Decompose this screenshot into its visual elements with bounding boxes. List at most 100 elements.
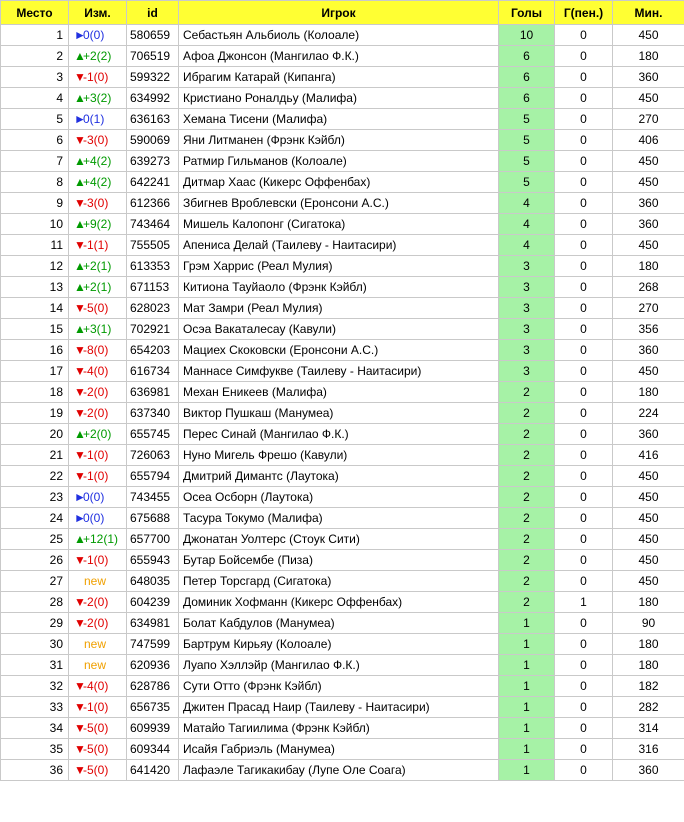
table-row[interactable]: 33 ▼-1(0) 656735 Джитен Прасад Наир (Таилев… <box>0 696 684 718</box>
goals-cell: 1 <box>498 738 555 760</box>
table-row[interactable]: 6 ▼-3(0) 590069 Яни Литманен (Фрэнк Кэйбл) 5… <box>0 129 684 151</box>
table-row[interactable]: 3 ▼-1(0) 599322 Ибрагим Катарай (Кипанга) 6 0… <box>0 66 684 88</box>
penalty-goals-cell: 0 <box>554 507 613 529</box>
table-row[interactable]: 5 ►0(1) 636163 Хемана Тисени (Малифа) 5 0 270 <box>0 108 684 130</box>
change-cell: ►0(0) <box>68 486 127 508</box>
change-value: -1(0) <box>83 553 109 567</box>
penalty-goals-cell: 0 <box>554 360 613 382</box>
place-cell: 29 <box>0 612 69 634</box>
table-row[interactable]: 4 ▲+3(2) 634992 Кристиано Роналдьу (Малифа)… <box>0 87 684 109</box>
change-cell: ▼-1(0) <box>68 444 127 466</box>
table-row[interactable]: 13 ▲+2(1) 671153 Китиона Тауйаоло (Фрэнк Кэ… <box>0 276 684 298</box>
table-row[interactable]: 16 ▼-8(0) 654203 Мациех Скоковски (Еронсони… <box>0 339 684 361</box>
header-mins[interactable]: Мин. <box>612 0 684 25</box>
table-row[interactable]: 31 new 620936 Луапо Хэллэйр (Мангилао Ф.К.)… <box>0 654 684 676</box>
change-cell: ▼-5(0) <box>68 297 127 319</box>
arrow-down-icon: ▼ <box>74 595 86 609</box>
table-row[interactable]: 7 ▲+4(2) 639273 Ратмир Гильманов (Колоале) 5… <box>0 150 684 172</box>
table-row[interactable]: 27 new 648035 Петер Торсгард (Сигатока) 2 0 45… <box>0 570 684 592</box>
place-cell: 22 <box>0 465 69 487</box>
id-cell: 612366 <box>126 192 179 214</box>
table-row[interactable]: 10 ▲+9(2) 743464 Мишель Калопонг (Сигатока)… <box>0 213 684 235</box>
header-player[interactable]: Игрок <box>178 0 499 25</box>
table-row[interactable]: 24 ►0(0) 675688 Тасура Токумо (Малифа) 2 0 450 <box>0 507 684 529</box>
change-cell: ▼-3(0) <box>68 192 127 214</box>
minutes-cell: 268 <box>612 276 684 298</box>
change-cell: ▲+4(2) <box>68 150 127 172</box>
table-row[interactable]: 11 ▼-1(1) 755505 Апениса Делай (Таилеву - Н… <box>0 234 684 256</box>
change-value: +12(1) <box>83 532 119 546</box>
table-row[interactable]: 20 ▲+2(0) 655745 Перес Синай (Мангилао Ф.К.… <box>0 423 684 445</box>
player-cell: Механ Еникеев (Малифа) <box>178 381 499 403</box>
id-cell: 636981 <box>126 381 179 403</box>
table-row[interactable]: 28 ▼-2(0) 604239 Доминик Хофманн (Кикерс Оф… <box>0 591 684 613</box>
penalty-goals-cell: 0 <box>554 381 613 403</box>
minutes-cell: 224 <box>612 402 684 424</box>
penalty-goals-cell: 0 <box>554 717 613 739</box>
change-cell: ▲+2(1) <box>68 276 127 298</box>
place-cell: 8 <box>0 171 69 193</box>
id-cell: 628786 <box>126 675 179 697</box>
minutes-cell: 316 <box>612 738 684 760</box>
table-row[interactable]: 12 ▲+2(1) 613353 Грэм Харрис (Реал Мулия) 3 0… <box>0 255 684 277</box>
table-row[interactable]: 34 ▼-5(0) 609939 Матайо Тагиилима (Фрэнк Кэ… <box>0 717 684 739</box>
table-row[interactable]: 9 ▼-3(0) 612366 Збигнев Вроблевски (Еронсон… <box>0 192 684 214</box>
header-place[interactable]: Место <box>0 0 69 25</box>
header-goals[interactable]: Голы <box>498 0 555 25</box>
table-row[interactable]: 18 ▼-2(0) 636981 Механ Еникеев (Малифа) 2 0 18… <box>0 381 684 403</box>
place-cell: 27 <box>0 570 69 592</box>
minutes-cell: 450 <box>612 486 684 508</box>
minutes-cell: 360 <box>612 423 684 445</box>
place-cell: 11 <box>0 234 69 256</box>
change-cell: new <box>68 570 127 592</box>
place-cell: 3 <box>0 66 69 88</box>
arrow-down-icon: ▼ <box>74 70 86 84</box>
change-value: -3(0) <box>83 133 109 147</box>
player-cell: Луапо Хэллэйр (Мангилао Ф.К.) <box>178 654 499 676</box>
table-row[interactable]: 17 ▼-4(0) 616734 Маннасе Симфукве (Таилеву … <box>0 360 684 382</box>
table-row[interactable]: 36 ▼-5(0) 641420 Лафаэле Тагикакибау (Лупе … <box>0 759 684 781</box>
table-row[interactable]: 30 new 747599 Бартрум Кирьяу (Колоале) 1 0 180 <box>0 633 684 655</box>
goals-cell: 2 <box>498 423 555 445</box>
change-value: +3(1) <box>83 322 112 336</box>
table-row[interactable]: 25 ▲+12(1) 657700 Джонатан Уолтерс (Стоук С… <box>0 528 684 550</box>
table-row[interactable]: 14 ▼-5(0) 628023 Мат Замри (Реал Мулия) 3 0 27… <box>0 297 684 319</box>
header-pen[interactable]: Г(пен.) <box>554 0 613 25</box>
arrow-down-icon: ▼ <box>74 406 86 420</box>
new-badge: new <box>84 574 107 588</box>
table-row[interactable]: 1 ►0(0) 580659 Себастьян Альбиоль (Колоале)… <box>0 24 684 46</box>
player-cell: Бартрум Кирьяу (Колоале) <box>178 633 499 655</box>
table-row[interactable]: 2 ▲+2(2) 706519 Афоа Джонсон (Мангилао Ф.К.… <box>0 45 684 67</box>
change-cell: ▼-4(0) <box>68 675 127 697</box>
goals-cell: 2 <box>498 444 555 466</box>
minutes-cell: 180 <box>612 381 684 403</box>
minutes-cell: 182 <box>612 675 684 697</box>
place-cell: 28 <box>0 591 69 613</box>
penalty-goals-cell: 0 <box>554 528 613 550</box>
goals-cell: 1 <box>498 696 555 718</box>
place-cell: 10 <box>0 213 69 235</box>
table-row[interactable]: 23 ►0(0) 743455 Осеа Осборн (Лаутока) 2 0 450 <box>0 486 684 508</box>
change-value: +4(2) <box>83 175 112 189</box>
arrow-up-icon: ▲ <box>74 175 86 189</box>
change-value: 0(0) <box>83 511 105 525</box>
header-row: Место Изм. id Игрок Голы Г(пен.) Мин. <box>0 0 684 25</box>
table-row[interactable]: 22 ▼-1(0) 655794 Дмитрий Димантс (Лаутока) 2… <box>0 465 684 487</box>
player-cell: Афоа Джонсон (Мангилао Ф.К.) <box>178 45 499 67</box>
table-row[interactable]: 26 ▼-1(0) 655943 Бутар Бойсембе (Пиза) 2 0 450 <box>0 549 684 571</box>
table-row[interactable]: 35 ▼-5(0) 609344 Исайя Габриэль (Манумеа) 1 0… <box>0 738 684 760</box>
place-cell: 23 <box>0 486 69 508</box>
table-row[interactable]: 15 ▲+3(1) 702921 Осэа Вакаталесау (Кавули) 3… <box>0 318 684 340</box>
player-cell: Петер Торсгард (Сигатока) <box>178 570 499 592</box>
player-cell: Мациех Скоковски (Еронсони А.С.) <box>178 339 499 361</box>
place-cell: 35 <box>0 738 69 760</box>
table-row[interactable]: 8 ▲+4(2) 642241 Дитмар Хаас (Кикерс Оффенба… <box>0 171 684 193</box>
player-cell: Ратмир Гильманов (Колоале) <box>178 150 499 172</box>
header-id[interactable]: id <box>126 0 179 25</box>
table-row[interactable]: 19 ▼-2(0) 637340 Виктор Пушкаш (Манумеа) 2 0 2… <box>0 402 684 424</box>
table-row[interactable]: 29 ▼-2(0) 634981 Болат Кабдулов (Манумеа) 1 0… <box>0 612 684 634</box>
table-row[interactable]: 32 ▼-4(0) 628786 Сути Отто (Фрэнк Кэйбл) 1 0 1… <box>0 675 684 697</box>
header-change[interactable]: Изм. <box>68 0 127 25</box>
table-row[interactable]: 21 ▼-1(0) 726063 Нуно Мигель Фрешо (Кавули)… <box>0 444 684 466</box>
id-cell: 620936 <box>126 654 179 676</box>
